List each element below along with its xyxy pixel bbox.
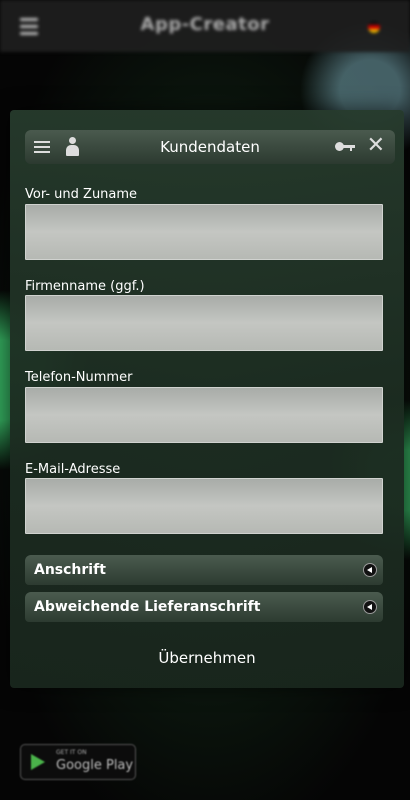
- app-title: App-Creator: [140, 14, 270, 35]
- delivery-address-section-label: Abweichende Lieferanschrift: [34, 599, 261, 615]
- dialog-header: Kundendaten ✕: [25, 130, 395, 164]
- submit-button[interactable]: Übernehmen: [10, 648, 404, 668]
- google-play-badge[interactable]: GET IT ON Google Play: [20, 744, 136, 780]
- phone-label: Telefon-Nummer: [25, 370, 133, 385]
- expand-arrow-icon[interactable]: [363, 563, 377, 577]
- german-flag-icon[interactable]: [368, 21, 380, 33]
- address-section-label: Anschrift: [34, 562, 106, 578]
- address-section[interactable]: Anschrift: [25, 555, 383, 585]
- name-label: Vor- und Zuname: [25, 187, 138, 202]
- phone-field[interactable]: [25, 387, 383, 443]
- top-app-bar: App-Creator: [0, 0, 410, 52]
- badge-small-text: GET IT ON: [56, 749, 87, 756]
- close-icon[interactable]: ✕: [367, 134, 385, 158]
- email-label: E-Mail-Adresse: [25, 462, 121, 477]
- company-field[interactable]: [25, 295, 383, 351]
- key-icon[interactable]: [335, 141, 355, 153]
- delivery-address-section[interactable]: Abweichende Lieferanschrift: [25, 592, 383, 622]
- google-play-icon: [31, 754, 45, 770]
- expand-arrow-icon[interactable]: [363, 600, 377, 614]
- email-field[interactable]: [25, 478, 383, 534]
- name-field[interactable]: [25, 204, 383, 260]
- customer-data-dialog: Kundendaten ✕ Vor- und Zuname Firmenname…: [10, 110, 404, 688]
- badge-big-text: Google Play: [56, 758, 134, 773]
- company-label: Firmenname (ggf.): [25, 279, 145, 294]
